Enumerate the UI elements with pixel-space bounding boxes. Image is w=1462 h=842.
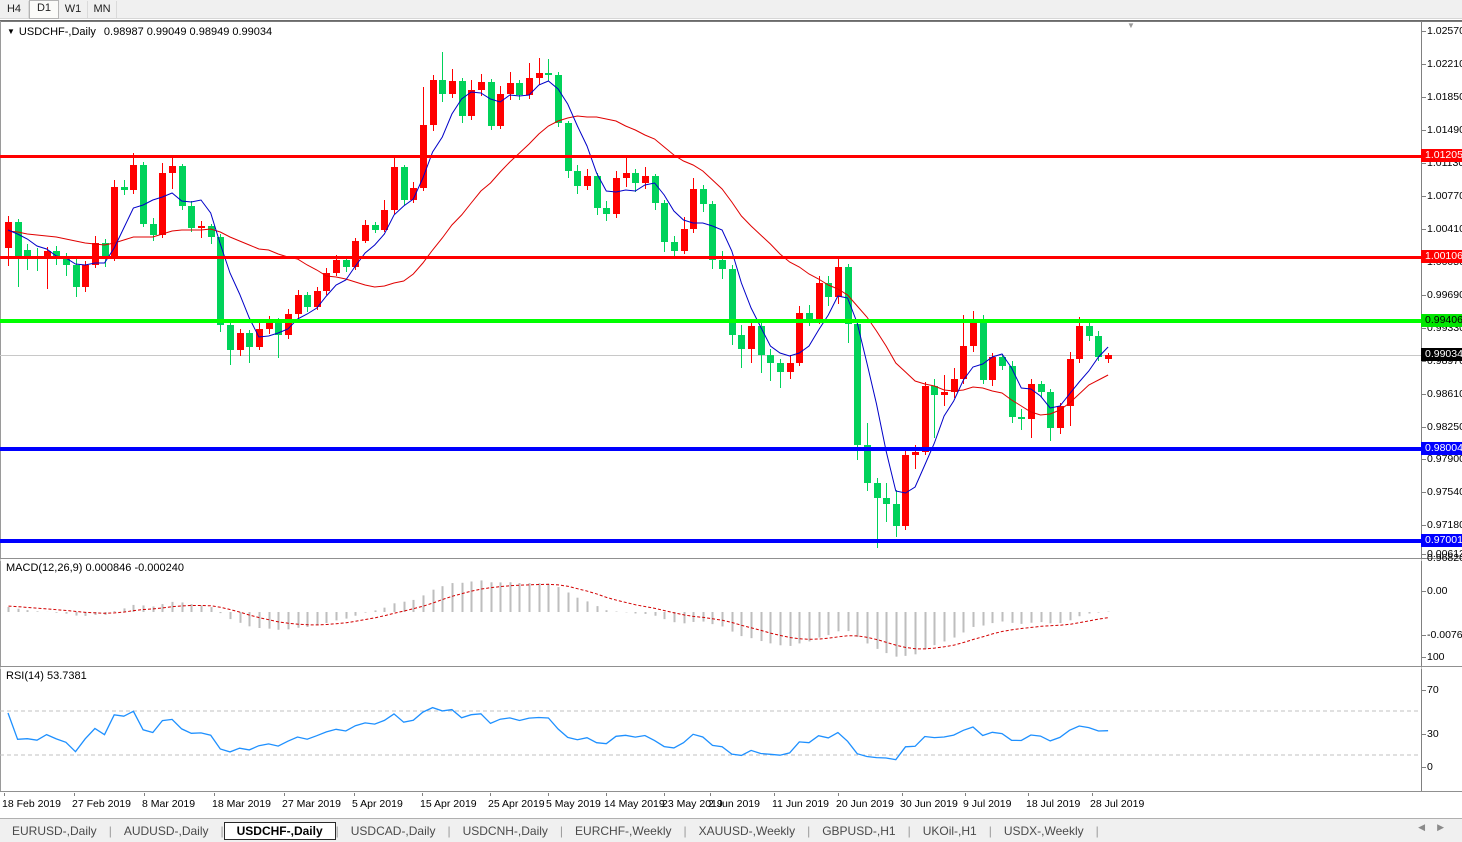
chart-tab-bar: EURUSD-,Daily|AUDUSD-,Daily|USDCHF-,Dail…	[0, 818, 1462, 842]
time-axis-label: 18 Mar 2019	[212, 798, 271, 810]
time-axis-label: 2 Jun 2019	[708, 798, 760, 810]
timeframe-button-h4[interactable]: H4	[0, 1, 29, 18]
time-axis-label: 28 Jul 2019	[1090, 798, 1144, 810]
timeframe-toolbar: H4D1W1MN	[0, 0, 1462, 19]
time-axis-label: 8 Mar 2019	[142, 798, 195, 810]
chart-region[interactable]: ▼USDCHF-,Daily0.98987 0.99049 0.98949 0.…	[0, 21, 1462, 818]
chart-tab-ukoil-h1[interactable]: UKOil-,H1	[911, 822, 989, 840]
chart-tab-audusd-daily[interactable]: AUDUSD-,Daily	[112, 822, 221, 840]
chart-tab-usdcad-daily[interactable]: USDCAD-,Daily	[339, 822, 448, 840]
tab-separator: |	[1096, 824, 1099, 838]
chart-tab-usdchf-daily[interactable]: USDCHF-,Daily	[224, 822, 336, 840]
mt4-window: H4D1W1MN ▼USDCHF-,Daily0.98987 0.99049 0…	[0, 0, 1462, 842]
chart-tab-xauusd-weekly[interactable]: XAUUSD-,Weekly	[687, 822, 807, 840]
chart-tab-eurchf-weekly[interactable]: EURCHF-,Weekly	[563, 822, 683, 840]
candlestick-chart[interactable]	[0, 21, 1462, 796]
time-axis-label: 11 Jun 2019	[772, 798, 829, 810]
time-axis-label: 18 Feb 2019	[2, 798, 61, 810]
time-axis-label: 20 Jun 2019	[836, 798, 894, 810]
time-axis-label: 15 Apr 2019	[420, 798, 477, 810]
time-axis-label: 14 May 2019	[604, 798, 665, 810]
chart-tab-usdcnh-daily[interactable]: USDCNH-,Daily	[451, 822, 560, 840]
time-axis-label: 9 Jul 2019	[963, 798, 1011, 810]
time-axis-label: 5 May 2019	[546, 798, 601, 810]
timeframe-button-d1[interactable]: D1	[29, 0, 59, 19]
time-axis-label: 5 Apr 2019	[352, 798, 403, 810]
chart-tab-gbpusd-h1[interactable]: GBPUSD-,H1	[810, 822, 907, 840]
chart-tab-eurusd-daily[interactable]: EURUSD-,Daily	[0, 822, 109, 840]
time-axis-label: 25 Apr 2019	[488, 798, 545, 810]
tab-scroll-left-icon[interactable]: ◀	[1418, 822, 1437, 832]
time-axis-label: 18 Jul 2019	[1026, 798, 1080, 810]
tab-scroll-arrows[interactable]: ◀▶	[1418, 822, 1456, 833]
timeframe-button-mn[interactable]: MN	[88, 1, 117, 18]
time-axis-label: 23 May 2019	[662, 798, 723, 810]
chart-tab-usdx-weekly[interactable]: USDX-,Weekly	[992, 822, 1096, 840]
timeframe-button-w1[interactable]: W1	[59, 1, 88, 18]
tab-scroll-right-icon[interactable]: ▶	[1437, 822, 1456, 832]
time-axis-label: 30 Jun 2019	[900, 798, 958, 810]
time-axis-label: 27 Mar 2019	[282, 798, 341, 810]
time-axis-label: 27 Feb 2019	[72, 798, 131, 810]
